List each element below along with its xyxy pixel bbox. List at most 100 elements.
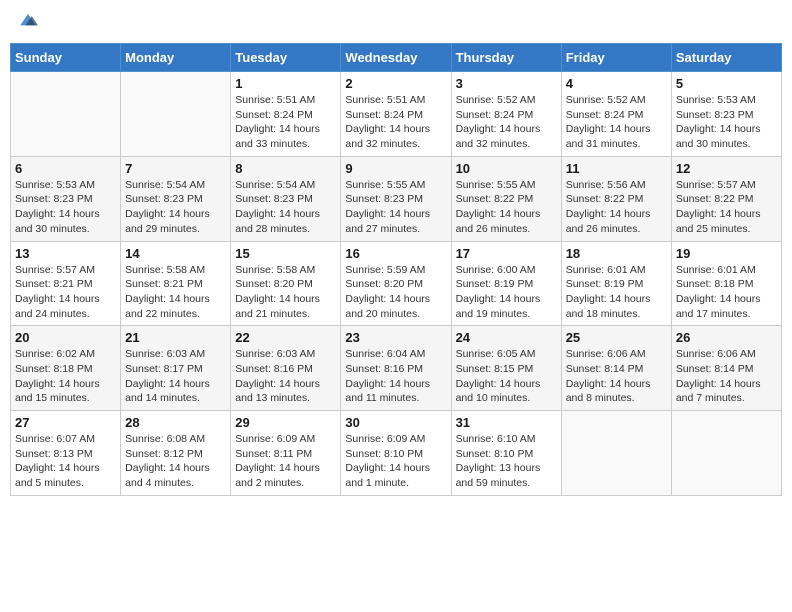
day-number: 20: [15, 330, 116, 345]
calendar-cell: 27 Sunrise: 6:07 AM Sunset: 8:13 PM Dayli…: [11, 411, 121, 496]
day-info: Sunrise: 6:02 AM Sunset: 8:18 PM Dayligh…: [15, 347, 116, 406]
day-number: 8: [235, 161, 336, 176]
day-number: 30: [345, 415, 446, 430]
day-number: 14: [125, 246, 226, 261]
day-number: 21: [125, 330, 226, 345]
day-info: Sunrise: 5:53 AM Sunset: 8:23 PM Dayligh…: [15, 178, 116, 237]
calendar-cell: 16 Sunrise: 5:59 AM Sunset: 8:20 PM Dayli…: [341, 241, 451, 326]
calendar-cell: 10 Sunrise: 5:55 AM Sunset: 8:22 PM Dayli…: [451, 156, 561, 241]
day-number: 19: [676, 246, 777, 261]
calendar-cell: 21Sunrise: 6:03 AM Sunset: 8:17 PM Dayli…: [121, 326, 231, 411]
day-number: 27: [15, 415, 116, 430]
day-number: 1: [235, 76, 336, 91]
calendar-header-row: SundayMondayTuesdayWednesdayThursdayFrid…: [11, 44, 782, 72]
page-header: [10, 10, 782, 35]
day-of-week-header: Monday: [121, 44, 231, 72]
day-info: Sunrise: 5:51 AM Sunset: 8:24 PM Dayligh…: [235, 93, 336, 152]
day-info: Sunrise: 5:57 AM Sunset: 8:21 PM Dayligh…: [15, 263, 116, 322]
day-info: Sunrise: 5:55 AM Sunset: 8:22 PM Dayligh…: [456, 178, 557, 237]
calendar-cell: [561, 411, 671, 496]
calendar-cell: 5Sunrise: 5:53 AM Sunset: 8:23 PM Daylig…: [671, 72, 781, 157]
calendar-cell: 4Sunrise: 5:52 AM Sunset: 8:24 PM Daylig…: [561, 72, 671, 157]
calendar-cell: 23 Sunrise: 6:04 AM Sunset: 8:16 PM Dayli…: [341, 326, 451, 411]
calendar-cell: 26 Sunrise: 6:06 AM Sunset: 8:14 PM Dayli…: [671, 326, 781, 411]
day-info: Sunrise: 5:59 AM Sunset: 8:20 PM Dayligh…: [345, 263, 446, 322]
logo: [14, 10, 40, 35]
day-info: Sunrise: 6:09 AM Sunset: 8:10 PM Dayligh…: [345, 432, 446, 491]
calendar-cell: 14 Sunrise: 5:58 AM Sunset: 8:21 PM Dayli…: [121, 241, 231, 326]
calendar-cell: 19Sunrise: 6:01 AM Sunset: 8:18 PM Dayli…: [671, 241, 781, 326]
calendar-cell: 1 Sunrise: 5:51 AM Sunset: 8:24 PM Daylig…: [231, 72, 341, 157]
calendar-cell: 30 Sunrise: 6:09 AM Sunset: 8:10 PM Dayli…: [341, 411, 451, 496]
day-info: Sunrise: 6:05 AM Sunset: 8:15 PM Dayligh…: [456, 347, 557, 406]
calendar-cell: 28Sunrise: 6:08 AM Sunset: 8:12 PM Dayli…: [121, 411, 231, 496]
calendar-cell: [671, 411, 781, 496]
day-info: Sunrise: 5:51 AM Sunset: 8:24 PM Dayligh…: [345, 93, 446, 152]
calendar-cell: 31 Sunrise: 6:10 AM Sunset: 8:10 PM Dayli…: [451, 411, 561, 496]
calendar-table: SundayMondayTuesdayWednesdayThursdayFrid…: [10, 43, 782, 496]
day-of-week-header: Wednesday: [341, 44, 451, 72]
day-number: 2: [345, 76, 446, 91]
day-info: Sunrise: 5:57 AM Sunset: 8:22 PM Dayligh…: [676, 178, 777, 237]
day-number: 10: [456, 161, 557, 176]
day-info: Sunrise: 5:53 AM Sunset: 8:23 PM Dayligh…: [676, 93, 777, 152]
calendar-cell: 12 Sunrise: 5:57 AM Sunset: 8:22 PM Dayli…: [671, 156, 781, 241]
day-number: 25: [566, 330, 667, 345]
day-of-week-header: Saturday: [671, 44, 781, 72]
day-number: 6: [15, 161, 116, 176]
day-number: 9: [345, 161, 446, 176]
calendar-cell: 6 Sunrise: 5:53 AM Sunset: 8:23 PM Daylig…: [11, 156, 121, 241]
calendar-week-row: 1 Sunrise: 5:51 AM Sunset: 8:24 PM Daylig…: [11, 72, 782, 157]
day-info: Sunrise: 5:54 AM Sunset: 8:23 PM Dayligh…: [125, 178, 226, 237]
day-info: Sunrise: 6:09 AM Sunset: 8:11 PM Dayligh…: [235, 432, 336, 491]
day-number: 15: [235, 246, 336, 261]
calendar-cell: 7 Sunrise: 5:54 AM Sunset: 8:23 PM Daylig…: [121, 156, 231, 241]
calendar-week-row: 20 Sunrise: 6:02 AM Sunset: 8:18 PM Dayli…: [11, 326, 782, 411]
day-number: 26: [676, 330, 777, 345]
day-number: 31: [456, 415, 557, 430]
calendar-cell: 3Sunrise: 5:52 AM Sunset: 8:24 PM Daylig…: [451, 72, 561, 157]
day-info: Sunrise: 5:52 AM Sunset: 8:24 PM Dayligh…: [456, 93, 557, 152]
day-info: Sunrise: 6:00 AM Sunset: 8:19 PM Dayligh…: [456, 263, 557, 322]
day-info: Sunrise: 6:10 AM Sunset: 8:10 PM Dayligh…: [456, 432, 557, 491]
calendar-cell: 20 Sunrise: 6:02 AM Sunset: 8:18 PM Dayli…: [11, 326, 121, 411]
calendar-cell: [121, 72, 231, 157]
day-info: Sunrise: 6:01 AM Sunset: 8:19 PM Dayligh…: [566, 263, 667, 322]
calendar-cell: 13 Sunrise: 5:57 AM Sunset: 8:21 PM Dayli…: [11, 241, 121, 326]
day-number: 7: [125, 161, 226, 176]
logo-icon: [16, 10, 40, 30]
day-number: 4: [566, 76, 667, 91]
calendar-cell: [11, 72, 121, 157]
day-number: 23: [345, 330, 446, 345]
day-of-week-header: Tuesday: [231, 44, 341, 72]
calendar-week-row: 13 Sunrise: 5:57 AM Sunset: 8:21 PM Dayli…: [11, 241, 782, 326]
day-info: Sunrise: 6:03 AM Sunset: 8:16 PM Dayligh…: [235, 347, 336, 406]
day-number: 18: [566, 246, 667, 261]
day-of-week-header: Thursday: [451, 44, 561, 72]
calendar-cell: 24 Sunrise: 6:05 AM Sunset: 8:15 PM Dayli…: [451, 326, 561, 411]
day-number: 13: [15, 246, 116, 261]
calendar-cell: 8Sunrise: 5:54 AM Sunset: 8:23 PM Daylig…: [231, 156, 341, 241]
calendar-cell: 15Sunrise: 5:58 AM Sunset: 8:20 PM Dayli…: [231, 241, 341, 326]
calendar-cell: 25Sunrise: 6:06 AM Sunset: 8:14 PM Dayli…: [561, 326, 671, 411]
day-number: 11: [566, 161, 667, 176]
day-number: 17: [456, 246, 557, 261]
calendar-week-row: 6 Sunrise: 5:53 AM Sunset: 8:23 PM Daylig…: [11, 156, 782, 241]
day-info: Sunrise: 6:07 AM Sunset: 8:13 PM Dayligh…: [15, 432, 116, 491]
calendar-cell: 9 Sunrise: 5:55 AM Sunset: 8:23 PM Daylig…: [341, 156, 451, 241]
calendar-cell: 29 Sunrise: 6:09 AM Sunset: 8:11 PM Dayli…: [231, 411, 341, 496]
day-number: 22: [235, 330, 336, 345]
calendar-cell: 17 Sunrise: 6:00 AM Sunset: 8:19 PM Dayli…: [451, 241, 561, 326]
day-info: Sunrise: 5:55 AM Sunset: 8:23 PM Dayligh…: [345, 178, 446, 237]
day-info: Sunrise: 6:04 AM Sunset: 8:16 PM Dayligh…: [345, 347, 446, 406]
day-info: Sunrise: 5:56 AM Sunset: 8:22 PM Dayligh…: [566, 178, 667, 237]
calendar-cell: 18 Sunrise: 6:01 AM Sunset: 8:19 PM Dayli…: [561, 241, 671, 326]
day-number: 29: [235, 415, 336, 430]
day-number: 12: [676, 161, 777, 176]
day-number: 16: [345, 246, 446, 261]
day-info: Sunrise: 6:06 AM Sunset: 8:14 PM Dayligh…: [676, 347, 777, 406]
day-number: 24: [456, 330, 557, 345]
day-number: 28: [125, 415, 226, 430]
calendar-cell: 2 Sunrise: 5:51 AM Sunset: 8:24 PM Daylig…: [341, 72, 451, 157]
day-info: Sunrise: 5:58 AM Sunset: 8:21 PM Dayligh…: [125, 263, 226, 322]
